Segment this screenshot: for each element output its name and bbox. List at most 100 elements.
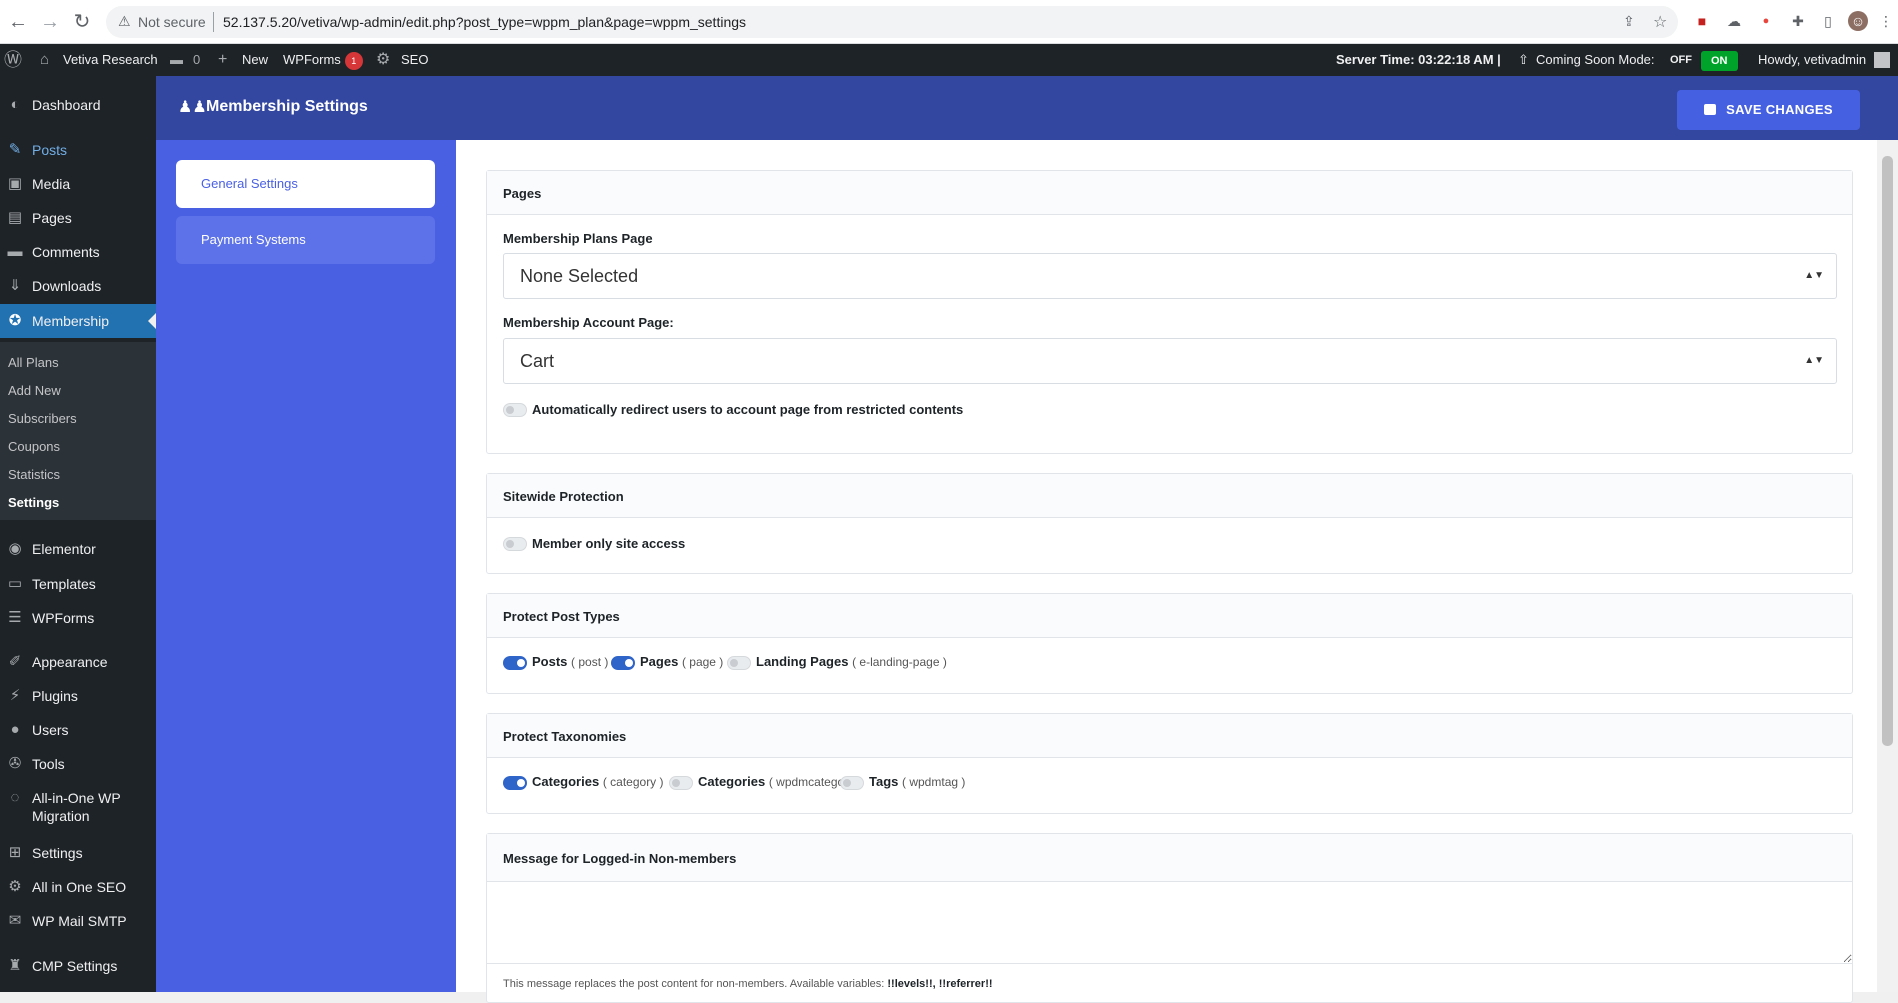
submenu-all-plans[interactable]: All Plans <box>8 355 59 370</box>
sidebar-item-all-in-one-wp-migration[interactable]: ◌ All-in-One WP Migration <box>0 781 156 833</box>
settings-header: ♟♟ Membership Settings <box>156 76 1898 140</box>
wpdmtag-toggle[interactable] <box>840 776 864 790</box>
wpforms-link[interactable]: WPForms 1 <box>283 44 363 76</box>
post-type-slug: ( page ) <box>681 655 724 669</box>
migration-icon: ◌ <box>10 789 20 806</box>
site-name-link[interactable]: Vetiva Research <box>63 44 158 76</box>
sidebar-item-downloads[interactable]: ⇓ Downloads <box>0 269 156 303</box>
posts-toggle[interactable] <box>503 656 527 670</box>
cloud-extension-icon[interactable]: ☁ <box>1724 11 1744 31</box>
off-label[interactable]: OFF <box>1670 44 1692 76</box>
puzzle-icon[interactable]: ✚ <box>1788 11 1808 31</box>
home-icon[interactable]: ⌂ <box>40 44 49 76</box>
security-label: Not secure <box>138 14 206 30</box>
sidebar-item-label: Settings <box>32 845 83 861</box>
sidebar-item-comments[interactable]: ▬ Comments <box>0 235 156 269</box>
plans-page-select[interactable]: None Selected ▲▼ <box>503 253 1837 299</box>
howdy-user[interactable]: Howdy, vetivadmin <box>1758 44 1866 76</box>
sidebar-item-pages[interactable]: ▤ Pages <box>0 201 156 235</box>
category-toggle[interactable] <box>503 776 527 790</box>
tab-general-settings[interactable]: General Settings <box>176 160 435 208</box>
scrollbar-thumb[interactable] <box>1882 156 1893 746</box>
sidebar-item-dashboard[interactable]: ◐ Dashboard <box>0 88 156 122</box>
sidebar-item-label: Downloads <box>32 278 102 294</box>
url-text[interactable]: 52.137.5.20/vetiva/wp-admin/edit.php?pos… <box>223 14 746 30</box>
new-link[interactable]: New <box>242 44 268 76</box>
sidebar-item-templates[interactable]: ▭ Templates <box>0 567 156 601</box>
sidebar-item-wp-mail-smtp[interactable]: ✉ WP Mail SMTP <box>0 904 156 938</box>
sidebar-item-elementor[interactable]: ◉ Elementor <box>0 532 156 566</box>
sidebar-item-users[interactable]: ● Users <box>0 713 156 747</box>
sidebar-item-settings[interactable]: ⊞ Settings <box>0 836 156 870</box>
redirect-toggle[interactable] <box>503 403 527 417</box>
non-member-message-panel: Message for Logged-in Non-members This m… <box>486 833 1853 1003</box>
reload-icon[interactable]: ↻ <box>70 10 94 34</box>
panel-title: Protect Post Types <box>487 594 1852 638</box>
adblock-icon[interactable]: ● <box>1756 11 1776 31</box>
sidebar-item-label: Comments <box>32 244 100 260</box>
page-scrollbar[interactable] <box>1877 140 1898 992</box>
forward-icon[interactable]: → <box>38 10 62 34</box>
post-type-name: Posts <box>532 654 568 669</box>
select-arrows-icon: ▲▼ <box>1804 355 1824 366</box>
tab-payment-systems[interactable]: Payment Systems <box>176 216 435 264</box>
submenu-subscribers[interactable]: Subscribers <box>8 411 77 426</box>
sidebar-item-label-line2: Migration <box>32 808 90 824</box>
extension-icon[interactable]: ■ <box>1692 11 1712 31</box>
redirect-label: Automatically redirect users to account … <box>532 402 964 417</box>
submenu-add-new[interactable]: Add New <box>8 383 61 398</box>
seo-gear-icon[interactable]: ⚙ <box>376 44 390 76</box>
plans-page-value: None Selected <box>520 266 639 286</box>
sidebar-item-cmp-settings[interactable]: ♜ CMP Settings <box>0 949 156 983</box>
seo-link[interactable]: SEO <box>401 44 428 76</box>
back-icon[interactable]: ← <box>6 10 30 34</box>
save-changes-button[interactable]: SAVE CHANGES <box>1677 90 1860 130</box>
page-title: Membership Settings <box>206 98 368 115</box>
non-member-message-textarea[interactable] <box>487 882 1852 964</box>
sidebar-item-label: Membership <box>32 313 110 329</box>
sidebar-item-plugins[interactable]: ⚡ Plugins <box>0 679 156 713</box>
mail-icon: ✉ <box>8 912 22 929</box>
submenu-settings[interactable]: Settings <box>8 495 59 510</box>
sidebar-item-appearance[interactable]: ✐ Appearance <box>0 645 156 679</box>
share-icon[interactable]: ⇪ <box>1623 13 1635 30</box>
settings-content: Pages Membership Plans Page None Selecte… <box>456 140 1877 1003</box>
plus-icon[interactable]: + <box>218 44 227 76</box>
pages-toggle[interactable] <box>611 656 635 670</box>
avatar[interactable] <box>1874 52 1890 68</box>
sidebar-item-label: WPForms <box>32 610 95 626</box>
elementor-icon: ◉ <box>8 540 22 557</box>
sidebar-item-all-in-one-seo[interactable]: ⚙ All in One SEO <box>0 870 156 904</box>
taxonomy-name: Categories <box>698 774 766 789</box>
wpdmcategory-toggle[interactable] <box>669 776 693 790</box>
award-icon: ✪ <box>8 312 22 329</box>
taxonomy-slug: ( wpdmtag ) <box>902 775 966 789</box>
sidebar-item-membership[interactable]: ✪ Membership <box>0 304 156 338</box>
submenu-statistics[interactable]: Statistics <box>8 467 60 482</box>
coming-soon-toggle[interactable]: ON <box>1701 44 1738 76</box>
download-icon: ⇓ <box>8 277 22 294</box>
settings-icon: ⊞ <box>8 844 22 861</box>
sidebar-item-posts[interactable]: ✎ Posts <box>0 133 156 167</box>
wordpress-logo-icon[interactable]: Ⓦ <box>4 44 22 76</box>
taxonomy-slug: ( category ) <box>602 775 664 789</box>
menu-dots-icon[interactable]: ⋮ <box>1876 11 1896 31</box>
profile-avatar-icon[interactable]: ☺ <box>1848 11 1868 31</box>
submenu-coupons[interactable]: Coupons <box>8 439 60 454</box>
sidebar-item-tools[interactable]: ✇ Tools <box>0 747 156 781</box>
landing-pages-toggle[interactable] <box>727 656 751 670</box>
bookmark-star-icon[interactable]: ☆ <box>1653 12 1667 32</box>
sidebar-item-wpforms[interactable]: ☰ WPForms <box>0 601 156 635</box>
save-label: SAVE CHANGES <box>1726 102 1833 117</box>
account-page-select[interactable]: Cart ▲▼ <box>503 338 1837 384</box>
comments-count[interactable]: 0 <box>193 44 200 76</box>
pages-label: Pages ( page ) <box>640 654 723 669</box>
sidebar-item-media[interactable]: ▣ Media <box>0 167 156 201</box>
sidebar-item-label: All in One SEO <box>32 879 127 895</box>
account-page-label: Membership Account Page: <box>503 315 674 330</box>
brush-icon: ✐ <box>8 653 22 670</box>
comment-bubble-icon[interactable]: ▬ <box>170 44 183 76</box>
sidepanel-icon[interactable]: ▯ <box>1818 11 1838 31</box>
member-only-toggle[interactable] <box>503 537 527 551</box>
address-bar[interactable]: ⚠ Not secure 52.137.5.20/vetiva/wp-admin… <box>106 6 1678 38</box>
